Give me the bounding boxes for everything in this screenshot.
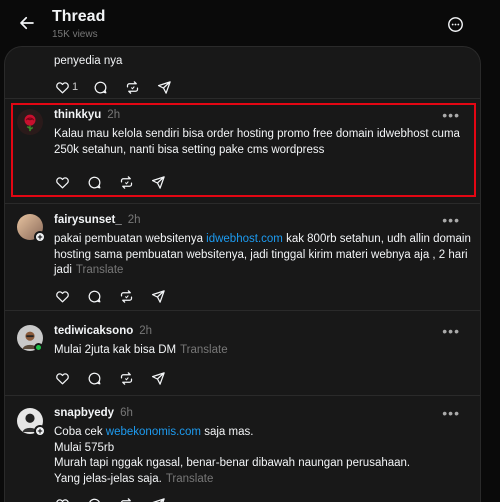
online-status-dot bbox=[34, 343, 43, 352]
repost-button[interactable] bbox=[124, 79, 140, 95]
reply-item: + fairysunset_ 2h ••• pakai pembuatan web… bbox=[5, 204, 480, 310]
repost-icon bbox=[125, 80, 140, 95]
like-count: 1 bbox=[72, 81, 79, 93]
reply-text: Mulai 2juta kak bisa DM Translate bbox=[54, 344, 228, 356]
original-post: penyedia nya 1 bbox=[5, 47, 481, 95]
like-button[interactable] bbox=[54, 174, 70, 190]
repost-icon bbox=[119, 371, 134, 386]
comment-button[interactable] bbox=[92, 79, 108, 95]
share-button[interactable] bbox=[150, 174, 166, 190]
share-icon bbox=[151, 497, 166, 502]
comment-button[interactable] bbox=[86, 496, 102, 502]
reply-text: pakai pembuatan websitenya idwebhost.com… bbox=[54, 233, 471, 276]
thread-panel: penyedia nya 1 thinkkyu 2h ••• Kalau mau … bbox=[4, 46, 481, 502]
reply-username[interactable]: fairysunset_ 2h bbox=[54, 214, 141, 226]
share-icon bbox=[151, 371, 166, 386]
thread-header: Thread 15K views bbox=[0, 0, 500, 46]
arrow-left-icon bbox=[20, 16, 34, 30]
comment-icon bbox=[87, 497, 102, 502]
follow-plus-icon[interactable]: + bbox=[34, 425, 46, 437]
heart-icon bbox=[55, 497, 70, 502]
reply-username[interactable]: tediwicaksono 2h bbox=[54, 325, 152, 337]
rose-avatar-icon bbox=[24, 114, 36, 132]
reply-text: Kalau mau kelola sendiri bisa order host… bbox=[54, 128, 460, 156]
translate-link[interactable]: Translate bbox=[166, 473, 214, 485]
reply-username[interactable]: thinkkyu 2h bbox=[54, 109, 120, 121]
reply-actions bbox=[54, 496, 182, 502]
back-button[interactable] bbox=[16, 12, 38, 34]
link[interactable]: webekonomis.com bbox=[106, 426, 201, 438]
like-button[interactable] bbox=[54, 496, 70, 502]
repost-button[interactable] bbox=[118, 174, 134, 190]
repost-icon bbox=[119, 175, 134, 190]
follow-plus-icon[interactable]: + bbox=[34, 231, 46, 243]
heart-icon bbox=[55, 371, 70, 386]
reply-username[interactable]: snapbyedy 6h bbox=[54, 407, 133, 419]
comment-icon bbox=[93, 80, 108, 95]
like-button[interactable] bbox=[54, 370, 70, 386]
more-circle-icon bbox=[447, 16, 463, 32]
comment-button[interactable] bbox=[86, 288, 102, 304]
heart-icon bbox=[55, 80, 70, 95]
translate-link[interactable]: Translate bbox=[76, 264, 124, 276]
heart-icon bbox=[55, 175, 70, 190]
post-text: penyedia nya bbox=[54, 55, 123, 67]
reply-text: Coba cek webekonomis.com saja mas. Mulai… bbox=[54, 426, 411, 485]
link[interactable]: idwebhost.com bbox=[206, 233, 283, 245]
reply-time: 2h bbox=[127, 214, 141, 226]
reply-more-button[interactable]: ••• bbox=[442, 212, 460, 228]
comment-icon bbox=[87, 175, 102, 190]
reply-more-button[interactable]: ••• bbox=[442, 323, 460, 339]
reply-item: + snapbyedy 6h ••• Coba cek webekonomis.c… bbox=[5, 396, 480, 502]
reply-time: 2h bbox=[139, 325, 153, 337]
page-title: Thread bbox=[52, 8, 106, 25]
repost-button[interactable] bbox=[118, 288, 134, 304]
reply-actions bbox=[54, 288, 182, 304]
share-icon bbox=[151, 175, 166, 190]
repost-icon bbox=[119, 497, 134, 502]
reply-time: 2h bbox=[107, 109, 121, 121]
repost-button[interactable] bbox=[118, 370, 134, 386]
comment-button[interactable] bbox=[86, 174, 102, 190]
translate-link[interactable]: Translate bbox=[180, 344, 228, 356]
comment-button[interactable] bbox=[86, 370, 102, 386]
view-count: 15K views bbox=[52, 29, 98, 40]
reply-more-button[interactable]: ••• bbox=[442, 405, 460, 421]
heart-icon bbox=[55, 289, 70, 304]
reply-actions bbox=[54, 370, 182, 386]
comment-icon bbox=[87, 371, 102, 386]
share-icon bbox=[151, 289, 166, 304]
like-button[interactable] bbox=[54, 288, 70, 304]
post-actions: 1 bbox=[54, 79, 188, 95]
repost-icon bbox=[119, 289, 134, 304]
share-icon bbox=[157, 80, 172, 95]
more-options-button[interactable] bbox=[446, 15, 464, 33]
reply-item: thinkkyu 2h ••• Kalau mau kelola sendiri … bbox=[5, 99, 480, 203]
reply-more-button[interactable]: ••• bbox=[442, 107, 460, 123]
share-button[interactable] bbox=[156, 79, 172, 95]
reply-time: 6h bbox=[120, 407, 133, 419]
avatar[interactable] bbox=[17, 109, 43, 135]
share-button[interactable] bbox=[150, 496, 166, 502]
comment-icon bbox=[87, 289, 102, 304]
share-button[interactable] bbox=[150, 370, 166, 386]
reply-item: tediwicaksono 2h ••• Mulai 2juta kak bisa… bbox=[5, 311, 480, 395]
repost-button[interactable] bbox=[118, 496, 134, 502]
share-button[interactable] bbox=[150, 288, 166, 304]
like-button[interactable] bbox=[54, 79, 70, 95]
reply-actions bbox=[54, 174, 182, 190]
